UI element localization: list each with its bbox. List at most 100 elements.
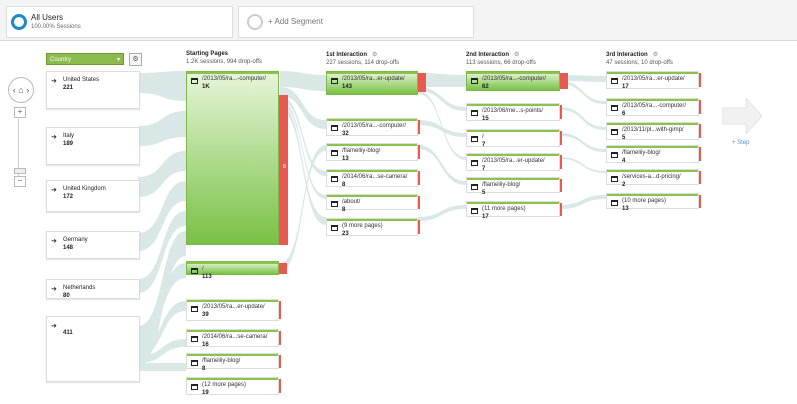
node-bar [327, 72, 417, 74]
drop-off-bar[interactable] [279, 263, 287, 274]
drop-off-bar[interactable] [279, 331, 281, 345]
drop-off-bar[interactable] [699, 195, 701, 208]
page-node[interactable]: (10 more pages) 13 [606, 193, 699, 212]
page-node[interactable]: /flameliiy-blog/4 [606, 145, 699, 164]
dimension-settings-icon[interactable]: ⚙ [129, 53, 142, 66]
column-settings-icon[interactable]: ⚙ [372, 52, 377, 58]
page-node[interactable]: /2013/05/ra...-computer/32 [326, 118, 418, 137]
drop-off-bar[interactable] [560, 105, 562, 119]
page-node[interactable]: /2013/11/pl...with-gimp/5 [606, 122, 699, 141]
page-node[interactable]: /7 [466, 129, 560, 148]
page-label: (10 more pages) [622, 198, 667, 204]
page-icon [331, 150, 338, 156]
drop-off-bar[interactable] [699, 73, 701, 87]
dimension-count: 189 [63, 141, 74, 147]
page-node[interactable]: /2013/05/ra...er-update/143 [326, 71, 418, 95]
segment-ring-icon [11, 14, 27, 30]
drop-off-bar[interactable] [279, 95, 288, 245]
drop-off-bar[interactable] [699, 171, 701, 184]
dimension-node[interactable]: ➜ United States 221 [46, 71, 140, 109]
node-bar [607, 170, 698, 172]
dimension-node[interactable]: ➜ United Kingdom 172 [46, 180, 140, 212]
page-node[interactable]: (11 more pages) 17 [466, 201, 560, 220]
page-value: 6 [622, 111, 626, 117]
zoom-slider-thumb[interactable] [14, 168, 26, 174]
column-title-text: 1st Interaction [326, 52, 368, 58]
page-value: 23 [342, 231, 349, 237]
dimension-node[interactable]: ➜ Germany 148 [46, 231, 140, 259]
page-node[interactable]: /2013/05/ra...-computer/62 [466, 71, 560, 91]
drop-off-bar[interactable] [279, 301, 281, 319]
page-node[interactable]: /services-a...d-pricing/2 [606, 169, 699, 188]
drop-off-bar[interactable] [418, 145, 420, 159]
page-node[interactable]: /2013/05/ra...er-update/7 [466, 153, 560, 172]
dimension-count: 80 [63, 293, 70, 299]
drop-off-bar[interactable] [418, 220, 420, 234]
drop-off-bar[interactable] [560, 73, 568, 89]
drop-off-bar[interactable] [560, 155, 562, 169]
page-icon [331, 125, 338, 131]
node-bar [607, 99, 698, 101]
dimension-node[interactable]: ➜ Italy 189 [46, 127, 140, 165]
drop-off-bar[interactable] [560, 131, 562, 145]
drop-off-bar[interactable] [418, 73, 426, 92]
dimension-count: 172 [63, 194, 74, 200]
page-node[interactable]: /2014/06/ra...se-camera/8 [326, 169, 418, 188]
drop-off-bar[interactable] [560, 179, 562, 192]
page-label: /about/ [342, 199, 361, 205]
zoom-out-button[interactable]: − [14, 176, 26, 187]
page-node[interactable]: /2013/05/ra...-computer/6 [606, 98, 699, 117]
page-node[interactable]: /flameliiy-blog/8 [186, 353, 279, 372]
page-node[interactable]: /2013/05/ra...er-update/39 [186, 299, 279, 321]
page-node[interactable]: / 113 [186, 261, 279, 280]
drop-off-bar[interactable] [418, 196, 420, 209]
dimension-node[interactable]: ➜ Netherlands 80 [46, 279, 140, 299]
segment-all-users[interactable]: All Users 100.00% Sessions [6, 6, 233, 38]
page-label: /flameliiy-blog/ [202, 358, 241, 364]
dimension-selector[interactable]: Country ▾ [46, 53, 124, 65]
column-stats: 47 sessions, 10 drop-offs [606, 60, 673, 66]
page-value: 113 [202, 274, 212, 280]
drop-off-bar[interactable] [699, 147, 701, 161]
page-node[interactable]: /2014/06/ra...se-camera/16 [186, 329, 279, 348]
page-node[interactable]: /2013/05/ra...er-update/17 [606, 71, 699, 90]
page-value: 17 [482, 214, 489, 220]
chevron-down-icon: ▾ [116, 57, 120, 63]
add-segment-button[interactable]: + Add Segment [238, 6, 474, 38]
page-icon [191, 336, 198, 342]
page-value: 7 [482, 166, 486, 172]
drop-off-bar[interactable] [279, 355, 281, 368]
page-node[interactable]: /2013/06/me...s-points/15 [466, 103, 560, 122]
drop-off-bar[interactable] [279, 379, 281, 393]
drop-off-bar[interactable] [699, 124, 701, 138]
node-bar [187, 72, 278, 74]
page-icon [471, 110, 478, 116]
step-arrow-icon[interactable] [722, 98, 762, 134]
add-step-link[interactable]: + Step [732, 140, 750, 146]
drop-off-bar[interactable] [418, 120, 420, 134]
drop-off-bar[interactable] [699, 100, 701, 114]
page-label: (12 more pages) [202, 382, 247, 388]
dimension-node[interactable]: ➜ 411 [46, 316, 140, 382]
page-node[interactable]: /about/8 [326, 194, 418, 213]
drop-off-bar[interactable] [560, 203, 562, 216]
page-label: (9 more pages) [342, 223, 383, 229]
column-header-starting-pages: Starting Pages 1.2K sessions, 994 drop-o… [186, 51, 262, 65]
page-node[interactable]: /2013/05/ra...-computer/1K [186, 71, 279, 245]
column-title: 2nd Interaction ⚙ [466, 51, 536, 58]
page-node[interactable]: (12 more pages) 19 [186, 377, 279, 396]
page-label: /2013/05/ra...-computer/ [622, 103, 687, 109]
drop-off-bar[interactable] [418, 171, 420, 185]
column-settings-icon[interactable]: ⚙ [514, 52, 519, 58]
page-node[interactable]: /flameliiy-blog/13 [326, 143, 418, 162]
page-value: 8 [342, 207, 346, 213]
pan-control[interactable]: ‹ ⌂ › [8, 77, 34, 103]
page-value: 8 [202, 366, 206, 372]
zoom-in-button[interactable]: + [14, 107, 26, 118]
column-settings-icon[interactable]: ⚙ [653, 52, 658, 58]
page-node[interactable]: /flameliiy-blog/5 [466, 177, 560, 196]
page-node[interactable]: (9 more pages) 23 [326, 218, 418, 237]
page-icon [331, 225, 338, 231]
page-icon [191, 78, 198, 84]
page-icon [611, 152, 618, 158]
